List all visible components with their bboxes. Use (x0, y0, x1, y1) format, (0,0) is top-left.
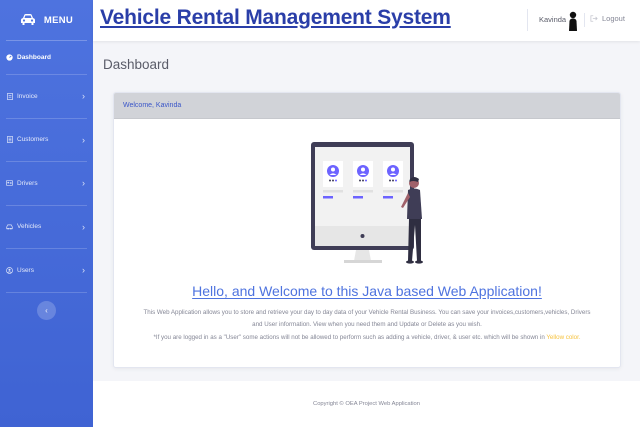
sidebar-divider (6, 291, 87, 293)
logout-icon (590, 15, 598, 22)
dashboard-illustration (311, 142, 423, 264)
app-description: This Web Application allows you to store… (124, 307, 610, 331)
note-highlight: Yellow color. (546, 334, 581, 341)
sidebar-item-invoice[interactable]: Invoice › (0, 75, 93, 118)
note-text: *If you are logged in as a "User" some a… (153, 334, 547, 341)
topbar: Vehicle Rental Management System Kavinda… (93, 0, 640, 41)
invoice-icon (6, 92, 13, 100)
sidebar: MENU Dashboard Invoice › Customers › Dri… (0, 0, 93, 427)
sidebar-item-vehicles[interactable]: Vehicles › (0, 206, 93, 249)
page-title: Dashboard (103, 57, 170, 72)
chevron-right-icon: › (82, 134, 85, 145)
sidebar-item-customers[interactable]: Customers › (0, 119, 93, 162)
sidebar-item-label: Drivers (17, 179, 38, 187)
welcome-heading: Hello, and Welcome to this Java based We… (192, 283, 542, 299)
avatar[interactable] (568, 11, 578, 31)
sidebar-toggle-button[interactable]: ‹ (37, 301, 56, 320)
menu-label: MENU (43, 14, 74, 26)
sidebar-item-label: Invoice (17, 92, 38, 100)
sidebar-item-label: Users (17, 266, 34, 274)
topbar-divider (527, 9, 528, 31)
card-header: Welcome, Kavinda (114, 93, 620, 119)
dashboard-icon (6, 54, 13, 61)
drivers-icon (6, 180, 13, 187)
vehicles-icon (6, 223, 13, 230)
users-icon (6, 266, 13, 274)
footer: Copyright © OEA Project Web Application (93, 381, 640, 427)
user-name[interactable]: Kavinda (539, 15, 566, 24)
topbar-divider (584, 13, 585, 27)
sidebar-item-label: Dashboard (17, 54, 51, 61)
sidebar-item-drivers[interactable]: Drivers › (0, 162, 93, 205)
copyright-text: Copyright © OEA Project Web Application (313, 401, 420, 407)
sidebar-item-dashboard[interactable]: Dashboard (0, 41, 93, 74)
chevron-right-icon: › (82, 178, 85, 189)
chevron-right-icon: › (82, 91, 85, 102)
sidebar-item-users[interactable]: Users › (0, 249, 93, 292)
logout-button[interactable]: Logout (590, 14, 625, 23)
sidebar-item-label: Customers (17, 136, 49, 144)
app-title: Vehicle Rental Management System (100, 6, 451, 29)
logout-label: Logout (602, 14, 625, 23)
sidebar-item-label: Vehicles (17, 223, 42, 231)
customers-icon (6, 136, 13, 144)
user-role-note: *If you are logged in as a "User" some a… (124, 334, 610, 341)
description-line: and User information. View when you need… (252, 321, 482, 328)
welcome-card: Welcome, Kavinda Hello, and Welcome to t… (113, 92, 621, 368)
chevron-right-icon: › (82, 265, 85, 276)
chevron-right-icon: › (82, 221, 85, 232)
car-icon (20, 14, 35, 25)
sidebar-brand[interactable]: MENU (0, 0, 93, 40)
chevron-left-icon: ‹ (45, 306, 48, 315)
description-line: This Web Application allows you to store… (143, 309, 591, 316)
